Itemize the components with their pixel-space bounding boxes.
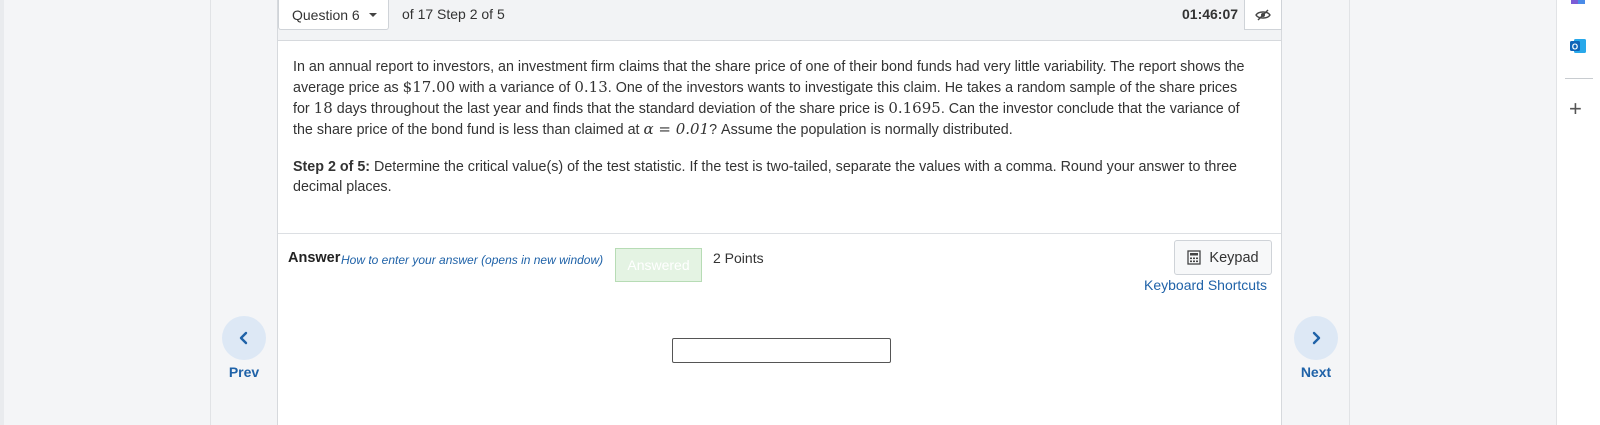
points-label: 2 Points [713,250,764,266]
prev-column: Prev [211,0,277,425]
calculator-icon [1187,250,1202,265]
step-text: Determine the critical value(s) of the t… [293,159,1237,195]
question-text-part: days throughout the last year and finds … [332,101,889,117]
copilot-icon[interactable] [1568,0,1588,16]
left-gutter-edge [0,0,4,425]
keyboard-shortcuts-link[interactable]: Keyboard Shortcuts [1144,277,1267,293]
mean-value: $17.00 [402,78,456,96]
prev-button[interactable] [222,316,266,360]
next-label[interactable]: Next [1283,364,1349,380]
keypad-button[interactable]: Keypad [1174,240,1272,275]
how-to-enter-answer-link[interactable]: How to enter your answer (opens in new w… [341,253,603,267]
prev-label[interactable]: Prev [211,364,277,380]
right-gutter [1351,0,1556,425]
answer-input[interactable] [672,338,891,363]
timer: 01:46:07 [1182,6,1239,22]
next-column: Next [1282,0,1350,425]
outlook-icon[interactable]: O [1568,36,1588,56]
next-button[interactable] [1294,316,1338,360]
chevron-down-icon [368,12,377,17]
question-text: In an annual report to investors, an inv… [293,57,1253,140]
alpha-value: α = 0.01 [643,120,710,138]
question-dropdown-label: Question 6 [292,6,360,23]
hide-timer-button[interactable] [1244,0,1282,30]
question-text-part: ? Assume the population is normally dist… [709,122,1013,138]
question-progress: of 17 Step 2 of 5 [402,6,505,22]
answered-status-badge: Answered [615,248,702,282]
variance-value: 0.13 [574,78,608,96]
question-panel: Question 6 of 17 Step 2 of 5 01:46:07 In… [277,0,1282,425]
svg-text:O: O [1572,43,1578,52]
answer-label: Answer [288,250,341,266]
sample-size-value: 18 [313,99,333,117]
chevron-left-icon [239,331,248,345]
keypad-label: Keypad [1209,249,1259,266]
rail-separator [1565,78,1593,79]
eye-slash-icon [1255,9,1271,20]
question-text-part: with a variance of [455,80,575,96]
divider [278,233,1281,234]
question-header: Question 6 of 17 Step 2 of 5 01:46:07 [278,0,1282,41]
question-dropdown[interactable]: Question 6 [278,0,389,30]
step-label: Step 2 of 5: [293,159,371,175]
side-rail: O + [1556,0,1600,425]
left-gutter [0,0,211,425]
chevron-right-icon [1312,331,1321,345]
std-dev-value: 0.1695 [888,99,941,117]
plus-icon[interactable]: + [1569,98,1582,120]
step-instructions: Step 2 of 5: Determine the critical valu… [293,157,1253,197]
